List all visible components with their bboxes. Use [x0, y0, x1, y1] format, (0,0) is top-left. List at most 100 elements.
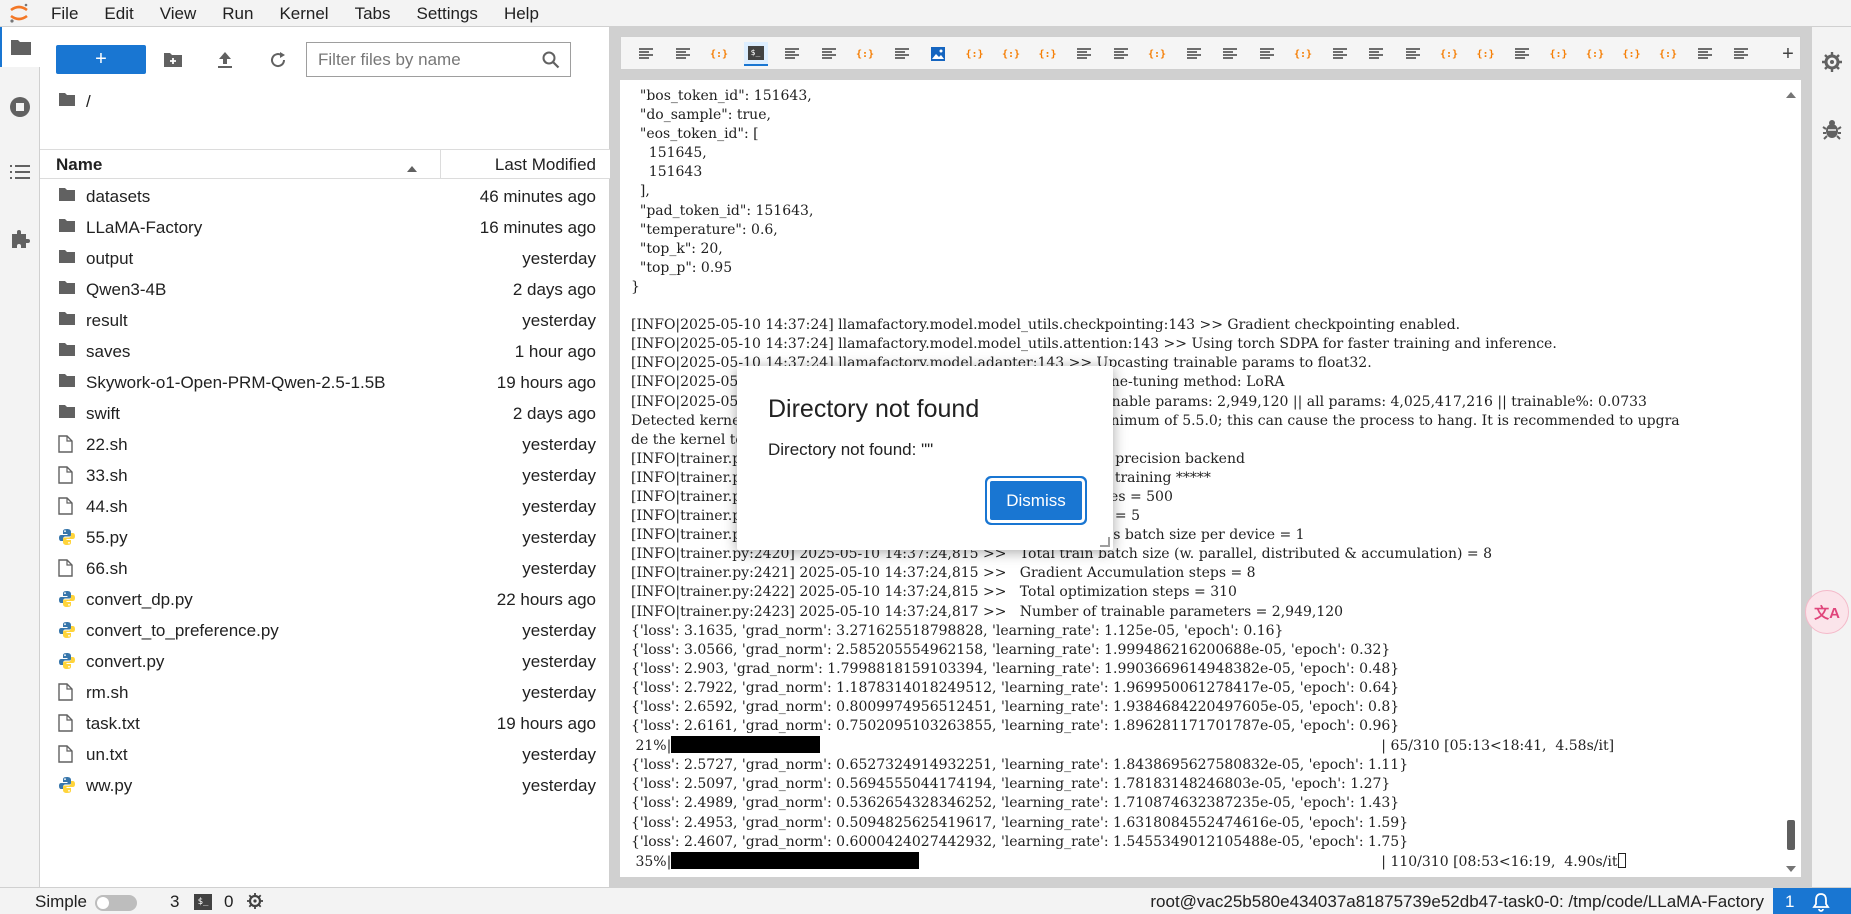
file-row[interactable]: task.txt 19 hours ago [40, 708, 610, 739]
terminal-icon[interactable]: $_ [194, 894, 212, 910]
json-tab-icon[interactable]: {:} [1145, 42, 1169, 66]
file-row[interactable]: 44.sh yesterday [40, 491, 610, 522]
text-tab-icon[interactable] [1218, 42, 1242, 66]
file-row[interactable]: rm.sh yesterday [40, 677, 610, 708]
notifications-button[interactable]: 1 [1773, 888, 1851, 914]
text-tab-icon[interactable] [1182, 42, 1206, 66]
filter-files-input[interactable] [307, 49, 532, 70]
json-tab-icon[interactable]: {:} [707, 42, 731, 66]
json-tab-icon[interactable]: {:} [1620, 42, 1644, 66]
file-row[interactable]: un.txt yesterday [40, 739, 610, 770]
terminal-tab-icon[interactable]: $_ [743, 42, 768, 66]
home-folder-icon[interactable] [58, 92, 76, 112]
file-row[interactable]: swift 2 days ago [40, 398, 610, 429]
filter-files-field[interactable] [306, 42, 571, 77]
file-browser-icon[interactable] [0, 27, 40, 67]
breadcrumb-root[interactable]: / [86, 92, 91, 112]
file-row[interactable]: output yesterday [40, 243, 610, 274]
progress-bar-2 [671, 851, 920, 869]
text-tab-icon[interactable] [1109, 42, 1133, 66]
name-column-header[interactable]: Name [56, 150, 102, 179]
text-tab-icon[interactable] [1072, 42, 1096, 66]
breadcrumb: / [58, 89, 91, 115]
last-modified-column-header[interactable]: Last Modified [495, 150, 596, 179]
menu-tabs[interactable]: Tabs [342, 0, 404, 27]
json-tab-icon[interactable]: {:} [1656, 42, 1680, 66]
text-tab-icon[interactable] [1364, 42, 1388, 66]
scrollbar-thumb[interactable] [1787, 820, 1795, 850]
file-row[interactable]: saves 1 hour ago [40, 336, 610, 367]
kernel-count[interactable]: 3 [170, 888, 179, 914]
text-tab-icon[interactable] [1729, 42, 1753, 66]
json-tab-icon[interactable]: {:} [853, 42, 877, 66]
scroll-up-icon[interactable] [1785, 86, 1797, 104]
json-tab-icon[interactable]: {:} [1583, 42, 1607, 66]
file-row[interactable]: convert_to_preference.py yesterday [40, 615, 610, 646]
text-tab-icon[interactable] [817, 42, 841, 66]
file-row[interactable]: ww.py yesterday [40, 770, 610, 801]
refresh-icon[interactable] [263, 45, 293, 75]
sort-ascending-icon[interactable] [406, 158, 418, 178]
menu-kernel[interactable]: Kernel [266, 0, 341, 27]
file-row[interactable]: datasets 46 minutes ago [40, 181, 610, 212]
json-tab-icon[interactable]: {:} [1291, 42, 1315, 66]
menu-help[interactable]: Help [491, 0, 552, 27]
text-tab-icon[interactable] [1255, 42, 1279, 66]
new-launcher-button[interactable]: + [56, 45, 146, 74]
text-tab-icon[interactable] [1401, 42, 1425, 66]
kernel-gear-icon[interactable] [246, 892, 264, 914]
property-inspector-gear-icon[interactable] [1812, 42, 1851, 82]
python-file-icon [58, 590, 76, 608]
file-row[interactable]: Qwen3-4B 2 days ago [40, 274, 610, 305]
new-folder-icon[interactable] [158, 45, 188, 75]
text-tab-icon[interactable] [1693, 42, 1717, 66]
file-row[interactable]: result yesterday [40, 305, 610, 336]
menu-settings[interactable]: Settings [404, 0, 491, 27]
json-tab-icon[interactable]: {:} [1474, 42, 1498, 66]
menu-file[interactable]: File [38, 0, 91, 27]
menu-edit[interactable]: Edit [91, 0, 146, 27]
file-row[interactable]: Skywork-o1-Open-PRM-Qwen-2.5-1.5B 19 hour… [40, 367, 610, 398]
file-list-header: Name Last Modified [40, 149, 610, 179]
file-row[interactable]: LLaMA-Factory 16 minutes ago [40, 212, 610, 243]
json-tab-icon[interactable]: {:} [1437, 42, 1461, 66]
debugger-bug-icon[interactable] [1812, 109, 1851, 149]
terminal-count[interactable]: 0 [224, 888, 233, 914]
text-tab-icon[interactable] [780, 42, 804, 66]
simple-mode-toggle[interactable] [95, 895, 137, 911]
json-tab-icon[interactable]: {:} [963, 42, 987, 66]
translate-icon[interactable]: 文A [1805, 590, 1849, 634]
file-row[interactable]: convert.py yesterday [40, 646, 610, 677]
json-tab-icon[interactable]: {:} [1547, 42, 1571, 66]
text-tab-icon[interactable] [634, 42, 658, 66]
menu-run[interactable]: Run [209, 0, 266, 27]
extensions-puzzle-icon[interactable] [0, 219, 40, 259]
file-row[interactable]: 22.sh yesterday [40, 429, 610, 460]
python-file-icon [58, 528, 76, 546]
file-row[interactable]: 33.sh yesterday [40, 460, 610, 491]
image-tab-icon[interactable] [926, 42, 950, 66]
menu-view[interactable]: View [147, 0, 210, 27]
file-browser-toolbar: + [40, 27, 610, 85]
text-tab-icon[interactable] [1510, 42, 1534, 66]
dialog-resize-handle[interactable] [1100, 537, 1110, 547]
upload-icon[interactable] [210, 45, 240, 75]
dismiss-button[interactable]: Dismiss [990, 481, 1082, 520]
file-row[interactable]: 66.sh yesterday [40, 553, 610, 584]
file-modified: yesterday [522, 559, 596, 578]
table-of-contents-icon[interactable] [0, 152, 40, 192]
text-tab-icon[interactable] [890, 42, 914, 66]
scroll-down-icon[interactable] [1785, 860, 1797, 878]
file-modified: 16 minutes ago [479, 218, 596, 237]
column-divider[interactable] [440, 150, 441, 179]
json-tab-icon[interactable]: {:} [999, 42, 1023, 66]
text-tab-icon[interactable] [671, 42, 695, 66]
running-kernels-icon[interactable] [0, 87, 40, 127]
output-scrollbar[interactable] [1781, 80, 1801, 877]
json-tab-icon[interactable]: {:} [1036, 42, 1060, 66]
file-modified: yesterday [522, 497, 596, 516]
file-row[interactable]: convert_dp.py 22 hours ago [40, 584, 610, 615]
file-row[interactable]: 55.py yesterday [40, 522, 610, 553]
add-tab-button[interactable]: + [1776, 42, 1800, 66]
text-tab-icon[interactable] [1328, 42, 1352, 66]
